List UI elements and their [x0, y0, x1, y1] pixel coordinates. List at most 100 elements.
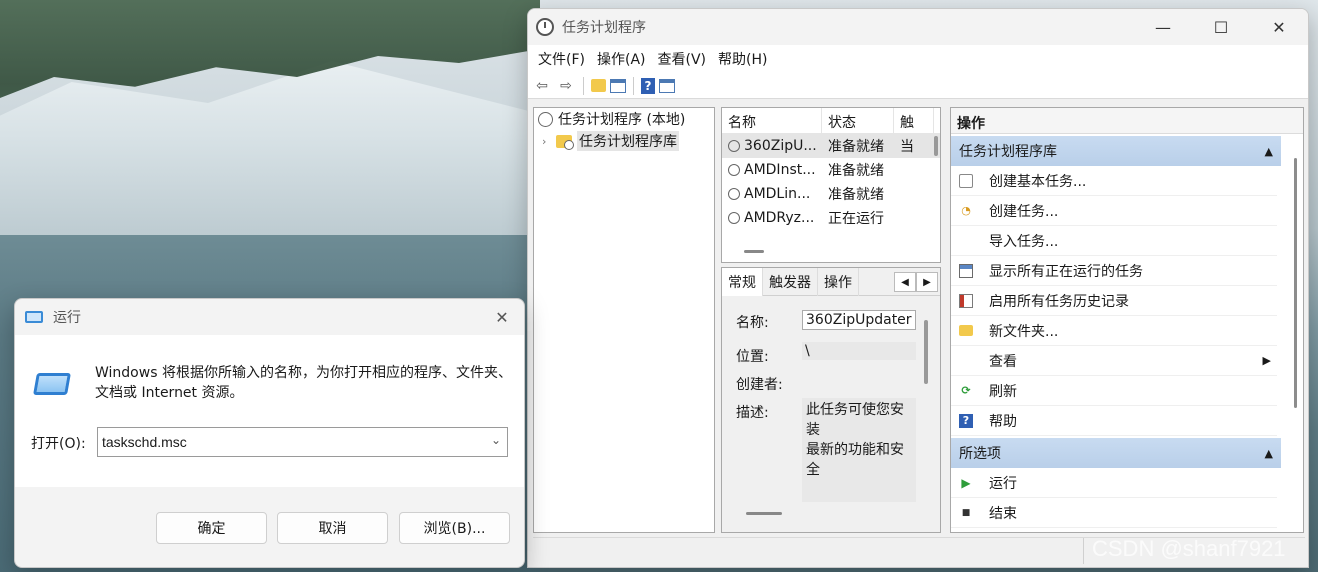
action-help[interactable]: ? 帮助 [951, 406, 1277, 436]
tab-scroll-left-icon[interactable]: ◀ [894, 272, 916, 292]
action-show-running-tasks[interactable]: 显示所有正在运行的任务 [951, 256, 1277, 286]
description-label: 描述: [736, 405, 769, 421]
section-title: 所选项 [959, 446, 1001, 462]
name-field[interactable]: 360ZipUpdater [802, 310, 916, 330]
actions-header: 操作 [951, 108, 1303, 134]
task-list-header: 名称 状态 触 [722, 108, 940, 134]
task-name: AMDLin... [744, 186, 811, 202]
location-label: 位置: [736, 349, 769, 365]
actions-pane: 操作 任务计划程序库 ▲ 创建基本任务... ◔ 创建任务... 导入任务...… [950, 107, 1304, 533]
action-label: 刷新 [989, 383, 1017, 400]
action-end[interactable]: ■ 结束 [951, 498, 1277, 528]
run-icon: ▶ [961, 475, 971, 490]
details-vertical-scrollbar[interactable] [924, 320, 928, 384]
open-input[interactable]: taskschd.msc ⌄ [97, 427, 508, 457]
tab-general[interactable]: 常规 [722, 268, 763, 296]
details-horizontal-scrollbar[interactable] [746, 512, 782, 515]
chevron-right-icon[interactable]: › [542, 135, 556, 148]
back-icon[interactable]: ⇦ [532, 76, 552, 96]
close-icon[interactable]: ✕ [480, 308, 524, 327]
menu-view[interactable]: 查看(V) [652, 49, 713, 69]
cancel-button[interactable]: 取消 [277, 512, 388, 544]
watermark: CSDN @shanf7921 [1092, 536, 1286, 561]
name-label: 名称: [736, 315, 769, 331]
tree-item-root[interactable]: 任务计划程序 (本地) [534, 108, 714, 130]
toolbar: ⇦ ⇨ ? [528, 73, 1308, 99]
action-view[interactable]: 查看 ▶ [951, 346, 1277, 376]
collapse-icon[interactable]: ▲ [1265, 447, 1273, 460]
forward-icon[interactable]: ⇨ [556, 76, 576, 96]
up-folder-icon[interactable] [591, 79, 606, 92]
actions-vertical-scrollbar[interactable] [1294, 158, 1297, 408]
task-clock-icon [728, 212, 740, 224]
tree-item-library[interactable]: › 任务计划程序库 [534, 130, 714, 152]
minimize-button[interactable]: — [1134, 9, 1192, 45]
stop-icon: ■ [961, 507, 971, 518]
chevron-down-icon[interactable]: ⌄ [491, 433, 501, 447]
help-icon[interactable]: ? [641, 77, 655, 94]
action-label: 显示所有正在运行的任务 [989, 263, 1143, 280]
new-folder-icon [959, 325, 973, 336]
description-line: 此任务可使您安装 [806, 402, 904, 438]
column-name[interactable]: 名称 [722, 108, 822, 133]
show-hide-console-tree-icon[interactable] [610, 78, 626, 93]
task-list: 名称 状态 触 360ZipU... 准备就绪 当 AMDInst... 准备就… [721, 107, 941, 263]
task-name: 360ZipU... [744, 138, 817, 154]
description-field[interactable]: 此任务可使您安装 最新的功能和安全 [802, 398, 916, 502]
help-icon: ? [959, 413, 973, 428]
middle-pane: 名称 状态 触 360ZipU... 准备就绪 当 AMDInst... 准备就… [721, 107, 941, 533]
task-trigger: 当 [900, 139, 914, 155]
author-label: 创建者: [736, 377, 783, 393]
browse-button[interactable]: 浏览(B)... [399, 512, 510, 544]
title-bar[interactable]: 任务计划程序 — ☐ ✕ [528, 9, 1308, 45]
menu-action[interactable]: 操作(A) [591, 49, 652, 69]
run-icon [25, 311, 43, 323]
maximize-button[interactable]: ☐ [1192, 9, 1250, 45]
status-divider [1083, 538, 1084, 564]
column-trigger[interactable]: 触 [894, 108, 934, 133]
menu-help[interactable]: 帮助(H) [712, 49, 773, 69]
action-create-task[interactable]: ◔ 创建任务... [951, 196, 1277, 226]
table-row[interactable]: AMDLin... 准备就绪 [722, 182, 940, 206]
tab-actions[interactable]: 操作 [818, 268, 859, 296]
action-run[interactable]: ▶ 运行 [951, 468, 1277, 498]
list-horizontal-scrollbar[interactable] [744, 250, 764, 253]
close-button[interactable]: ✕ [1250, 9, 1308, 45]
section-selected-item[interactable]: 所选项 ▲ [951, 438, 1281, 468]
tab-triggers[interactable]: 触发器 [763, 268, 818, 296]
location-value: \ [802, 342, 916, 360]
run-dialog-title: 运行 [53, 310, 81, 326]
action-import-task[interactable]: 导入任务... [951, 226, 1277, 256]
table-row[interactable]: AMDInst... 准备就绪 [722, 158, 940, 182]
tree-item-label: 任务计划程序库 [577, 131, 679, 151]
action-new-folder[interactable]: 新文件夹... [951, 316, 1277, 346]
tab-scroll-right-icon[interactable]: ▶ [916, 272, 938, 292]
table-row[interactable]: 360ZipU... 准备就绪 当 [722, 134, 940, 158]
run-dialog-body: Windows 将根据你所输入的名称，为你打开相应的程序、文件夹、文档或 Int… [15, 335, 524, 487]
running-tasks-icon [959, 263, 973, 278]
clock-icon [536, 18, 554, 36]
show-hide-action-pane-icon[interactable] [659, 78, 675, 93]
open-label: 打开(O): [31, 436, 86, 452]
task-name: AMDInst... [744, 162, 816, 178]
task-scheduler-window: 任务计划程序 — ☐ ✕ 文件(F) 操作(A) 查看(V) 帮助(H) ⇦ ⇨… [527, 8, 1309, 568]
task-clock-icon [728, 188, 740, 200]
run-title-bar[interactable]: 运行 ✕ [15, 299, 524, 335]
collapse-icon[interactable]: ▲ [1265, 145, 1273, 158]
list-vertical-scrollbar[interactable] [934, 136, 938, 156]
action-label: 导入任务... [989, 233, 1059, 250]
column-status[interactable]: 状态 [822, 108, 894, 133]
action-enable-history[interactable]: 启用所有任务历史记录 [951, 286, 1277, 316]
task-status: 准备就绪 [828, 139, 884, 155]
table-row[interactable]: AMDRyz... 正在运行 [722, 206, 940, 230]
task-name: AMDRyz... [744, 210, 815, 226]
main-area: 任务计划程序 (本地) › 任务计划程序库 名称 状态 触 360ZipU...… [528, 101, 1308, 533]
task-icon: ◔ [961, 204, 971, 217]
refresh-icon: ⟳ [961, 384, 971, 397]
action-create-basic-task[interactable]: 创建基本任务... [951, 166, 1277, 196]
menu-file[interactable]: 文件(F) [532, 49, 591, 69]
console-tree: 任务计划程序 (本地) › 任务计划程序库 [533, 107, 715, 533]
action-refresh[interactable]: ⟳ 刷新 [951, 376, 1277, 406]
section-task-library[interactable]: 任务计划程序库 ▲ [951, 136, 1281, 166]
ok-button[interactable]: 确定 [156, 512, 267, 544]
